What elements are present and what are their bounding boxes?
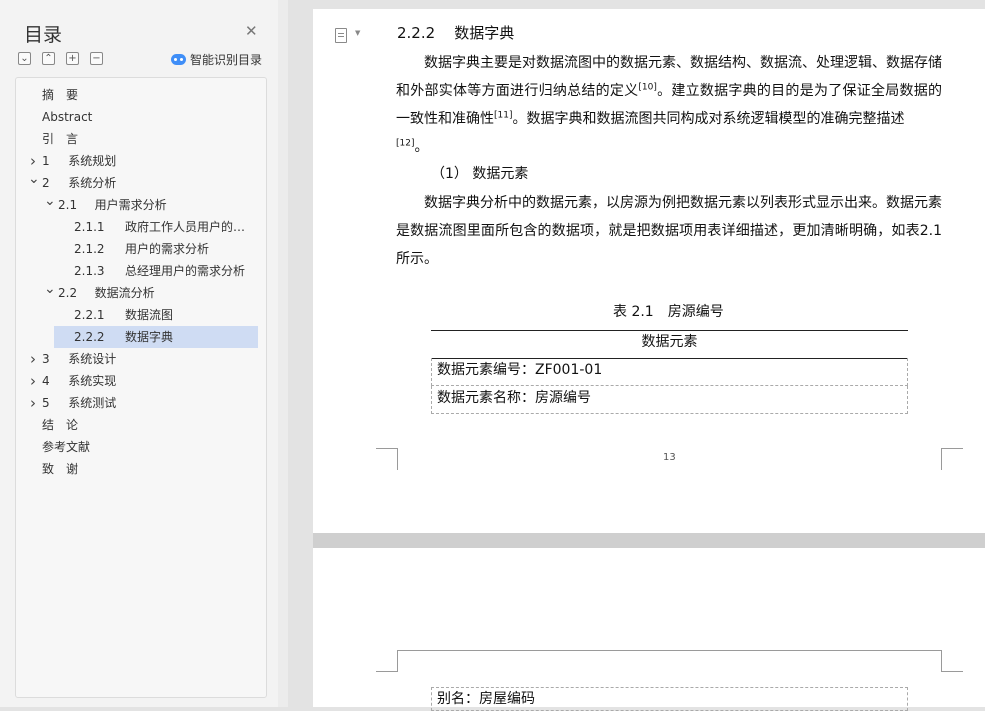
- paragraph-text: 。: [414, 139, 429, 155]
- section-heading: 2.2.2 数据字典: [397, 22, 514, 43]
- toc-item[interactable]: 2.1.2 用户的需求分析: [16, 238, 264, 260]
- smart-recognize-icon: [171, 54, 186, 65]
- chevron-down-icon[interactable]: ⌄: [44, 282, 56, 304]
- page-corner-mark: [376, 650, 398, 672]
- heading-text: 数据字典: [454, 24, 515, 42]
- toc-item[interactable]: 2.2.2 数据字典: [54, 326, 258, 348]
- chevron-down-icon[interactable]: ▼: [355, 29, 360, 37]
- toc-item[interactable]: › 1 系统规划: [16, 150, 264, 172]
- chevron-down-icon[interactable]: ⌄: [28, 172, 40, 194]
- toc-item-label: 用户需求分析: [94, 198, 167, 212]
- toc-item-number: 2.1: [58, 198, 78, 212]
- document-icon[interactable]: [335, 28, 347, 43]
- toc-item-number: 2.1.3: [74, 264, 105, 278]
- toc-item[interactable]: › 3 系统设计: [16, 348, 264, 370]
- paragraph-data-elements: 数据字典分析中的数据元素，以房源为例把数据元素以列表形式显示出来。数据元素是数据…: [396, 189, 942, 273]
- toc-item-number: 结 论: [42, 418, 79, 432]
- page-number: 13: [663, 452, 676, 463]
- page-gap: [313, 533, 985, 548]
- smart-toc-label: 智能识别目录: [190, 53, 263, 67]
- toc-item-label: 系统分析: [68, 176, 117, 190]
- toc-item-label: 数据流图: [125, 308, 174, 322]
- toc-item-number: 摘 要: [42, 88, 79, 102]
- header-line: [397, 650, 942, 651]
- toc-item[interactable]: ⌄ 2.1 用户需求分析: [16, 194, 264, 216]
- collapse-all-icon[interactable]: ⌄: [18, 52, 31, 65]
- toc-item[interactable]: › 4 系统实现: [16, 370, 264, 392]
- toc-item-number: 4: [42, 374, 50, 388]
- paragraph-text: 数据字典分析中的数据元素，以房源为例把数据元素以列表形式显示出来。数据元素是数据…: [396, 195, 942, 267]
- page-corner-mark: [376, 448, 398, 470]
- page-corner-mark: [941, 448, 963, 470]
- citation[interactable]: [10]: [638, 82, 656, 92]
- toc-item-label: 政府工作人员用户的需求分析: [125, 220, 256, 234]
- toc-item[interactable]: 摘 要: [16, 84, 264, 106]
- toc-scrollbar[interactable]: [278, 0, 288, 707]
- toc-item[interactable]: ⌄ 2.2 数据流分析: [16, 282, 264, 304]
- toc-item-label: 总经理用户的需求分析: [125, 264, 246, 278]
- toc-item-label: 系统测试: [68, 396, 117, 410]
- toc-item-label: 系统规划: [68, 154, 117, 168]
- chevron-right-icon[interactable]: ›: [28, 150, 38, 172]
- toc-item-number: 2.2.1: [74, 308, 105, 322]
- toc-item-number: 2.1.2: [74, 242, 105, 256]
- toc-item-number: 5: [42, 396, 50, 410]
- citation[interactable]: [11]: [494, 110, 512, 120]
- toc-item-label: 系统设计: [68, 352, 117, 366]
- data-table: 数据元素编号：ZF001-01 数据元素名称：房源编号: [431, 358, 908, 414]
- toc-item-number: 引 言: [42, 132, 79, 146]
- toc-item[interactable]: 2.1.1 政府工作人员用户的需求分析: [16, 216, 264, 238]
- chevron-right-icon[interactable]: ›: [28, 392, 38, 414]
- toc-item-number: 2.1.1: [74, 220, 105, 234]
- close-icon[interactable]: ✕: [245, 22, 258, 40]
- toc-item-number: 2: [42, 176, 50, 190]
- toc-item[interactable]: 参考文献: [16, 436, 264, 458]
- citation[interactable]: [12]: [396, 138, 414, 148]
- toc-item-label: 数据流分析: [94, 286, 155, 300]
- chevron-right-icon[interactable]: ›: [28, 370, 38, 392]
- add-heading-icon[interactable]: +: [66, 52, 79, 65]
- paragraph-definition: 数据字典主要是对数据流图中的数据元素、数据结构、数据流、处理逻辑、数据存储和外部…: [396, 49, 942, 161]
- table-caption: 表 2.1 房源编号: [613, 304, 724, 320]
- chevron-right-icon[interactable]: ›: [28, 348, 38, 370]
- toc-item-label: 用户的需求分析: [125, 242, 210, 256]
- expand-icon[interactable]: ⌃: [42, 52, 55, 65]
- page-corner-mark: [941, 650, 963, 672]
- toc-item[interactable]: 2.1.3 总经理用户的需求分析: [16, 260, 264, 282]
- table-row: 数据元素编号：ZF001-01: [431, 358, 908, 386]
- heading-number: 2.2.2: [397, 24, 436, 42]
- toc-panel: 目录 ✕ ⌄ ⌃ + − 智能识别目录 摘 要 Abstract 引 言 › 1 系统规划…: [0, 0, 278, 707]
- toc-item[interactable]: 结 论: [16, 414, 264, 436]
- toc-item[interactable]: ⌄ 2 系统分析: [16, 172, 264, 194]
- toc-list: 摘 要 Abstract 引 言 › 1 系统规划 ⌄ 2 系统分析 ⌄ 2.1 用户需求分析 2.1.…: [15, 77, 267, 698]
- paragraph-text: 。数据字典和数据流图共同构成对系统逻辑模型的准确完整描述: [512, 111, 905, 127]
- table-row: 别名：房屋编码: [431, 687, 908, 711]
- table-row: 数据元素名称：房源编号: [431, 386, 908, 414]
- toc-item[interactable]: › 5 系统测试: [16, 392, 264, 414]
- document-page-next: [313, 548, 985, 707]
- toc-item-number: 3: [42, 352, 50, 366]
- toc-item-number: 致 谢: [42, 462, 79, 476]
- toc-item-number: 1: [42, 154, 50, 168]
- smart-toc-button[interactable]: 智能识别目录: [171, 51, 262, 68]
- toc-item[interactable]: 引 言: [16, 128, 264, 150]
- toc-item-number: 2.2.2: [74, 330, 105, 344]
- sub-heading: （1） 数据元素: [431, 166, 529, 182]
- toc-item-number: Abstract: [42, 110, 93, 124]
- toc-item[interactable]: 致 谢: [16, 458, 264, 480]
- toc-item-label: 系统实现: [68, 374, 117, 388]
- toc-item-number: 2.2: [58, 286, 78, 300]
- remove-heading-icon[interactable]: −: [90, 52, 103, 65]
- toc-item[interactable]: Abstract: [16, 106, 264, 128]
- toc-item-label: 数据字典: [125, 330, 174, 344]
- toc-item[interactable]: 2.2.1 数据流图: [16, 304, 264, 326]
- chevron-down-icon[interactable]: ⌄: [44, 194, 56, 216]
- table-header: 数据元素: [431, 330, 908, 359]
- toc-title: 目录: [24, 24, 63, 46]
- toc-item-number: 参考文献: [42, 440, 91, 454]
